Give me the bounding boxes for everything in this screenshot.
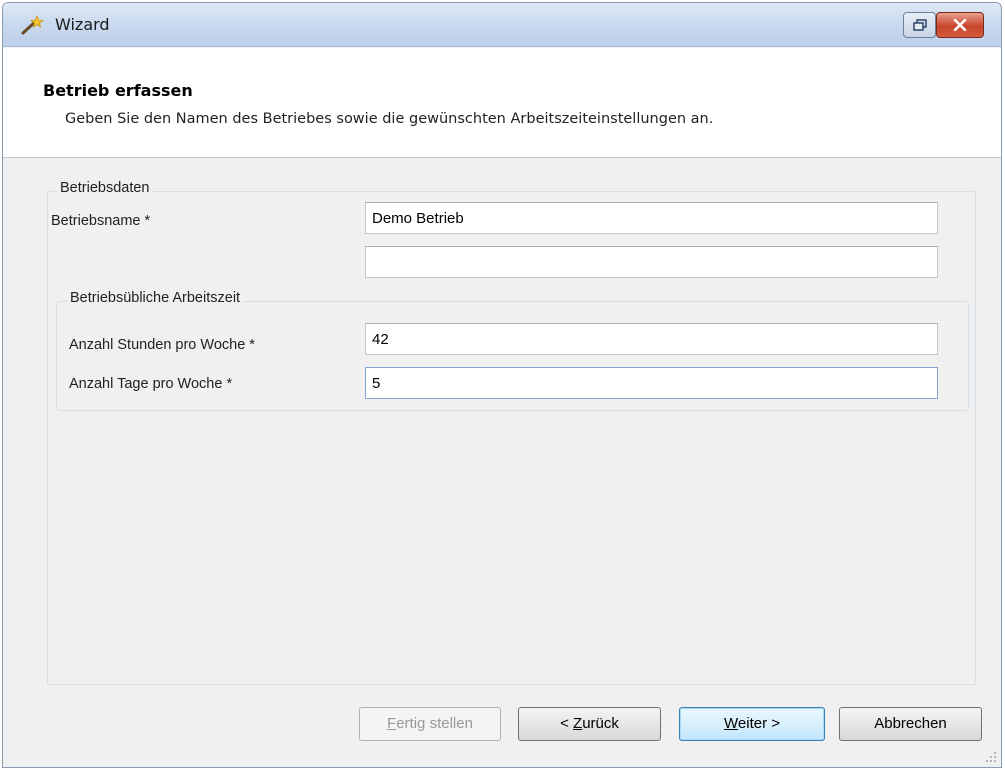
wizard-window: Wizard Betrieb erfassen Geben Sie den Na… [2,2,1002,768]
abbrechen-button[interactable]: Abbrechen [839,707,982,741]
page-title: Betrieb erfassen [43,81,193,100]
close-button[interactable] [936,12,984,38]
restore-icon [912,19,927,31]
betriebsname-input[interactable] [365,202,938,234]
tage-pro-woche-label: Anzahl Tage pro Woche * [69,376,233,392]
stunden-pro-woche-input[interactable] [365,323,938,355]
window-title: Wizard [55,15,110,34]
stunden-pro-woche-label: Anzahl Stunden pro Woche * [69,337,255,353]
zurueck-mnemonic: Z [573,715,583,732]
weiter-button[interactable]: Weiter > [679,707,825,741]
zurueck-prefix: < [560,715,574,732]
fertig-stellen-mnemonic: F [387,715,397,732]
resize-grip-icon[interactable] [985,751,997,763]
betriebsname-2-input[interactable] [365,246,938,278]
weiter-label: eiter > [737,715,780,732]
betriebsdaten-legend: Betriebsdaten [57,180,153,196]
close-icon [953,19,967,31]
betriebsname-label: Betriebsname * [51,213,151,229]
zurueck-button[interactable]: < Zurück [518,707,661,741]
magic-wand-icon [21,14,45,35]
restore-button[interactable] [903,12,936,38]
arbeitszeit-legend: Betriebsübliche Arbeitszeit [67,290,244,306]
title-bar[interactable]: Wizard [3,3,1001,47]
zurueck-label: urück [582,715,619,732]
page-description: Geben Sie den Namen des Betriebes sowie … [65,111,714,127]
fertig-stellen-button[interactable]: Fertig stellen [359,707,501,741]
weiter-mnemonic: W [724,715,738,732]
fertig-stellen-label: ertig stellen [396,715,473,732]
tage-pro-woche-input[interactable] [365,367,938,399]
wizard-header: Betrieb erfassen Geben Sie den Namen des… [3,48,1001,158]
